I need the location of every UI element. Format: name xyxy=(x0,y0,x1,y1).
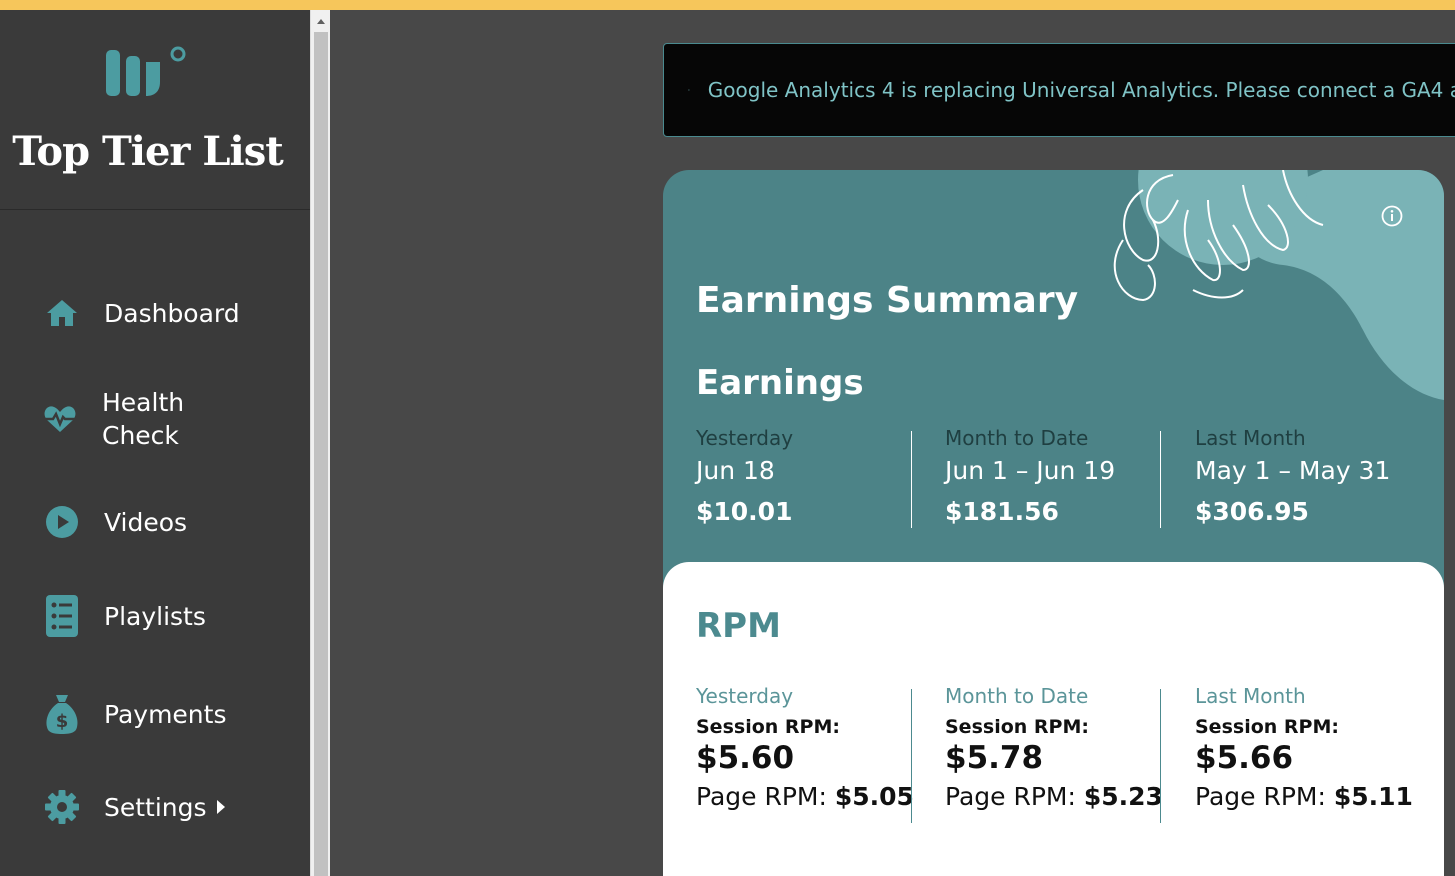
rpm-title: RPM xyxy=(696,606,781,646)
period-label: Month to Date xyxy=(945,684,1089,708)
period-label: Last Month xyxy=(1195,426,1306,450)
money-bag-icon: $ xyxy=(44,695,80,734)
session-rpm-label: Session RPM: xyxy=(945,716,1089,738)
column-divider xyxy=(1160,689,1161,823)
earnings-summary-card: Earnings Summary Earnings Yesterday Jun … xyxy=(663,170,1444,600)
earnings-col-last-month: Last Month May 1 – May 31 $306.95 xyxy=(1195,426,1425,526)
period-date: May 1 – May 31 xyxy=(1195,456,1391,485)
info-icon[interactable] xyxy=(1381,205,1403,227)
period-label: Month to Date xyxy=(945,426,1089,450)
session-rpm-label: Session RPM: xyxy=(696,716,840,738)
top-accent-bar xyxy=(0,0,1455,10)
session-rpm-value: $5.60 xyxy=(696,740,795,776)
earnings-col-month-to-date: Month to Date Jun 1 – Jun 19 $181.56 xyxy=(945,426,1175,526)
brand-logo-icon xyxy=(106,46,186,96)
chevron-right-icon xyxy=(216,800,225,814)
period-date: Jun 18 xyxy=(696,456,775,485)
info-icon xyxy=(688,89,690,91)
earnings-col-yesterday: Yesterday Jun 18 $10.01 xyxy=(696,426,926,526)
sidebar-item-label: Videos xyxy=(104,507,188,537)
page-rpm-value: $5.05 xyxy=(834,782,914,811)
sidebar-scrollbar[interactable] xyxy=(310,10,330,876)
notice-text: Google Analytics 4 is replacing Universa… xyxy=(707,78,1455,102)
period-amount: $181.56 xyxy=(945,497,1059,526)
session-rpm-value: $5.78 xyxy=(945,740,1044,776)
svg-text:$: $ xyxy=(56,711,69,732)
column-divider xyxy=(911,431,912,528)
ga4-notice-banner: Google Analytics 4 is replacing Universa… xyxy=(663,43,1455,137)
period-label: Yesterday xyxy=(696,684,794,708)
scrollbar-thumb[interactable] xyxy=(314,32,328,876)
period-label: Last Month xyxy=(1195,684,1306,708)
sidebar-item-payments[interactable]: $ Payments xyxy=(44,695,227,734)
page-rpm-label: Page RPM: xyxy=(696,782,827,811)
sidebar-item-settings[interactable]: Settings xyxy=(44,789,225,825)
sidebar-item-label: Settings xyxy=(104,792,207,822)
page-rpm-value: $5.11 xyxy=(1333,782,1413,811)
sidebar: Top Tier List Dashboard Health Check Vid… xyxy=(0,10,310,876)
gear-icon xyxy=(44,789,80,825)
rpm-col-last-month: Last Month Session RPM: $5.66 Page RPM: … xyxy=(1195,684,1425,811)
scroll-up-arrow-icon[interactable] xyxy=(314,13,328,29)
brand-header: Top Tier List xyxy=(0,10,310,210)
sidebar-item-label: Dashboard xyxy=(104,298,240,328)
column-divider xyxy=(911,689,912,823)
page-rpm: Page RPM: $5.11 xyxy=(1195,782,1425,811)
session-rpm-value: $5.66 xyxy=(1195,740,1294,776)
earnings-summary-title: Earnings Summary xyxy=(696,280,1079,321)
heartbeat-icon xyxy=(42,401,78,437)
period-label: Yesterday xyxy=(696,426,794,450)
period-amount: $10.01 xyxy=(696,497,793,526)
sidebar-item-label: Health xyxy=(102,388,185,417)
play-circle-icon xyxy=(44,504,80,540)
period-date: Jun 1 – Jun 19 xyxy=(945,456,1116,485)
page-rpm: Page RPM: $5.05 xyxy=(696,782,926,811)
home-icon xyxy=(44,295,80,331)
sidebar-item-dashboard[interactable]: Dashboard xyxy=(44,295,240,331)
page-rpm-label: Page RPM: xyxy=(1195,782,1326,811)
page-rpm: Page RPM: $5.23 xyxy=(945,782,1175,811)
brand-title: Top Tier List xyxy=(12,128,283,175)
period-amount: $306.95 xyxy=(1195,497,1309,526)
sidebar-item-playlists[interactable]: Playlists xyxy=(44,595,206,637)
page-rpm-label: Page RPM: xyxy=(945,782,1076,811)
rpm-col-yesterday: Yesterday Session RPM: $5.60 Page RPM: $… xyxy=(696,684,926,811)
rpm-col-month-to-date: Month to Date Session RPM: $5.78 Page RP… xyxy=(945,684,1175,811)
sidebar-item-health-check[interactable]: Health Check xyxy=(42,386,184,452)
session-rpm-label: Session RPM: xyxy=(1195,716,1339,738)
sidebar-item-label: Payments xyxy=(104,699,227,729)
sidebar-item-label: Playlists xyxy=(104,601,206,631)
page-rpm-value: $5.23 xyxy=(1083,782,1163,811)
column-divider xyxy=(1160,431,1161,528)
list-icon xyxy=(44,595,80,637)
sidebar-item-videos[interactable]: Videos xyxy=(44,504,187,540)
sidebar-item-label-line2: Check xyxy=(102,421,179,450)
earnings-subtitle: Earnings xyxy=(696,363,864,403)
rpm-card: RPM Yesterday Session RPM: $5.60 Page RP… xyxy=(663,562,1444,876)
